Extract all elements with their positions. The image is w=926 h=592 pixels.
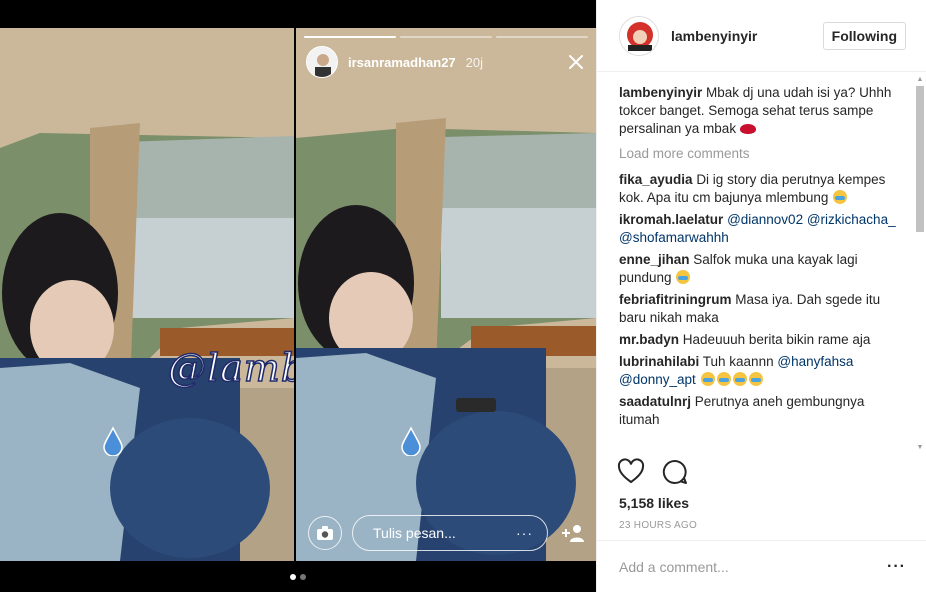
- caption-username[interactable]: lambenyinyir: [619, 85, 702, 100]
- story-time: 20j: [465, 54, 484, 70]
- story-progress: [304, 36, 588, 38]
- reply-input[interactable]: Tulis pesan... ···: [352, 515, 548, 551]
- comment-icon[interactable]: [661, 458, 689, 486]
- comment: lubrinahilabi Tuh kaannn @hanyfahsa @don…: [619, 353, 906, 389]
- comment-text: Hadeuuuh berita bikin rame aja: [682, 332, 871, 347]
- reply-placeholder: Tulis pesan...: [373, 525, 456, 541]
- comment: mr.badyn Hadeuuuh berita bikin rame aja: [619, 331, 906, 349]
- comment-username[interactable]: ikromah.laelatur: [619, 212, 723, 227]
- carousel-dot[interactable]: [290, 574, 296, 580]
- comment-username[interactable]: febriafitriningrum: [619, 292, 732, 307]
- add-comment-bar: ···: [597, 540, 926, 592]
- water-drop-icon: [103, 426, 123, 456]
- mention-link[interactable]: @hanyfahsa: [777, 354, 853, 369]
- comment: fika_ayudia Di ig story dia perutnya kem…: [619, 171, 906, 207]
- progress-segment: [400, 36, 492, 38]
- add-friend-icon[interactable]: [558, 518, 588, 548]
- post-header: lambenyinyir Following: [597, 0, 926, 72]
- comment: ikromah.laelatur @diannov02 @rizkichacha…: [619, 211, 906, 247]
- scrollbar-thumb[interactable]: [916, 86, 924, 232]
- comment-username[interactable]: lubrinahilabi: [619, 354, 699, 369]
- story-active[interactable]: irsanramadhan27 20j Tulis pesan... ···: [296, 28, 596, 561]
- lips-emoji-icon: [739, 124, 756, 134]
- car-interior-image: [296, 28, 596, 561]
- crying-laugh-emoji-icon: [732, 372, 747, 386]
- comment-text: Tuh kaannn: [702, 354, 774, 369]
- account-avatar[interactable]: [619, 15, 659, 56]
- crying-laugh-emoji-icon: [700, 372, 715, 386]
- story-media: @lambenyinyir: [0, 0, 596, 592]
- comment: saadatulnrj Perutnya aneh gembungnya itu…: [619, 393, 906, 429]
- mention-link[interactable]: @rizkichacha_: [807, 212, 896, 227]
- comment: febriafitriningrum Masa iya. Dah sgede i…: [619, 291, 906, 327]
- load-more-comments[interactable]: Load more comments: [619, 146, 906, 161]
- add-comment-input[interactable]: [619, 558, 888, 575]
- crying-laugh-emoji-icon: [716, 372, 731, 386]
- following-button[interactable]: Following: [822, 21, 906, 50]
- heart-icon[interactable]: [617, 458, 645, 486]
- more-icon[interactable]: ···: [516, 525, 533, 541]
- watermark-text: @lambenyinyir: [167, 345, 294, 391]
- caption: lambenyinyir Mbak dj una udah isi ya? Uh…: [619, 84, 906, 138]
- mention-link[interactable]: @shofamarwahhh: [619, 230, 729, 245]
- comments-scrollbar[interactable]: ▲ ▼: [916, 76, 924, 452]
- story-avatar[interactable]: [306, 46, 338, 78]
- crying-laugh-emoji-icon: [748, 372, 763, 386]
- progress-segment: [304, 36, 396, 38]
- story-header: irsanramadhan27 20j: [306, 46, 588, 78]
- mention-link[interactable]: @donny_apt: [619, 372, 696, 387]
- mention-link[interactable]: @diannov02: [727, 212, 803, 227]
- post-actions: [617, 458, 689, 486]
- story-footer: Tulis pesan... ···: [308, 515, 588, 551]
- carousel-dot[interactable]: [300, 574, 306, 580]
- post-time[interactable]: 23 HOURS AGO: [619, 520, 697, 531]
- close-icon[interactable]: [564, 50, 588, 74]
- car-interior-image: [0, 28, 294, 561]
- comments-list: lambenyinyir Mbak dj una udah isi ya? Uh…: [597, 72, 926, 452]
- comment-username[interactable]: mr.badyn: [619, 332, 679, 347]
- scroll-down-icon[interactable]: ▼: [916, 444, 924, 452]
- account-username[interactable]: lambenyinyir: [671, 28, 757, 44]
- story-preview-left[interactable]: @lambenyinyir: [0, 28, 294, 561]
- post-sidebar: lambenyinyir Following lambenyinyir Mbak…: [596, 0, 926, 592]
- comment: enne_jihan Salfok muka una kayak lagi pu…: [619, 251, 906, 287]
- comment-username[interactable]: enne_jihan: [619, 252, 690, 267]
- comment-username[interactable]: fika_ayudia: [619, 172, 693, 187]
- more-options-icon[interactable]: ···: [887, 558, 906, 576]
- scroll-up-icon[interactable]: ▲: [916, 76, 924, 84]
- crying-laugh-emoji-icon: [833, 190, 848, 204]
- water-drop-icon: [401, 426, 421, 456]
- carousel-indicator: [0, 574, 596, 580]
- progress-segment: [496, 36, 588, 38]
- camera-icon[interactable]: [308, 516, 342, 550]
- comment-username[interactable]: saadatulnrj: [619, 394, 691, 409]
- story-username[interactable]: irsanramadhan27: [348, 55, 456, 70]
- crying-laugh-emoji-icon: [676, 270, 691, 284]
- likes-count[interactable]: 5,158 likes: [619, 495, 689, 511]
